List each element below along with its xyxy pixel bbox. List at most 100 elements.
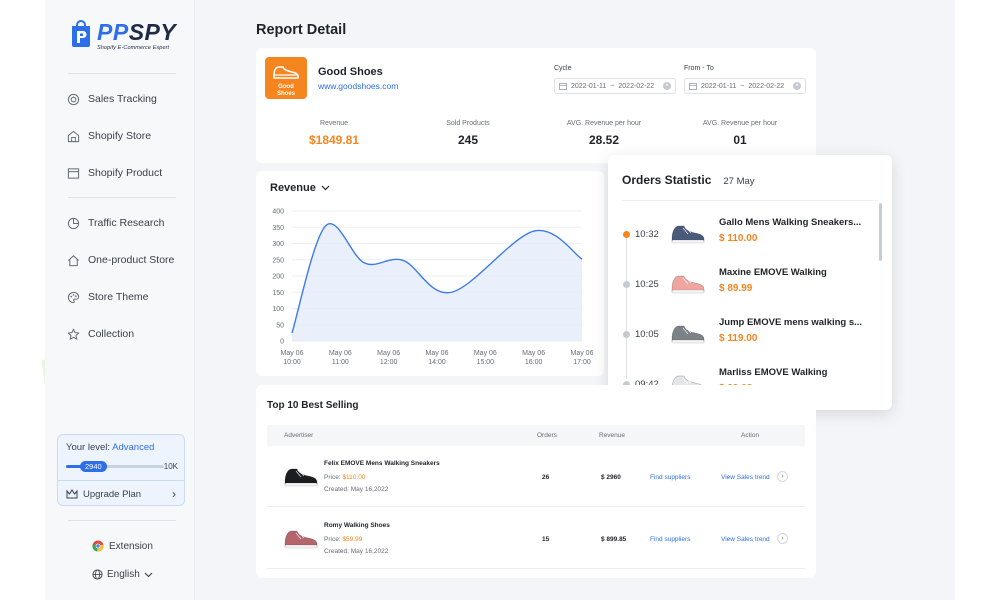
x-tick-label: May 06	[377, 350, 400, 357]
x-tick-label: 10:00	[283, 359, 301, 366]
sidebar-item-collection[interactable]: Collection	[67, 326, 134, 342]
product-image	[668, 215, 708, 249]
order-price: $ 119.00	[719, 333, 758, 344]
level-prefix: Your level:	[66, 442, 111, 453]
x-tick-label: 12:00	[380, 359, 398, 366]
upgrade-plan-label: Upgrade Plan	[83, 488, 142, 500]
cycle-start-date: 2022-01-11	[571, 82, 607, 90]
table-row: Felix EMOVE Mens Walking Sneakers Price: …	[267, 446, 805, 507]
brand-name-dark: SPY	[128, 19, 177, 45]
sidebar-item-label: Collection	[88, 328, 135, 340]
sidebar-divider	[68, 520, 176, 521]
product-name[interactable]: Felix EMOVE Mens Walking Sneakers	[324, 460, 440, 467]
product-created: Created: May 16,2022	[324, 548, 388, 555]
from-date: 2022-01-11	[701, 82, 737, 90]
y-tick-label: 300	[272, 241, 284, 248]
upgrade-plan-button[interactable]: Upgrade Plan ›	[66, 486, 178, 502]
price-value: $110.00	[342, 474, 366, 481]
y-tick-label: 100	[272, 306, 284, 313]
x-tick-label: 15:00	[477, 359, 495, 366]
order-item[interactable]: 10:32 Gallo Mens Walking Sneakers... $ 110…	[608, 217, 892, 261]
view-sales-trend-link[interactable]: View Sales trend	[721, 536, 770, 543]
star-icon	[67, 328, 80, 340]
product-price: Price: $110.00	[324, 474, 365, 481]
x-tick-label: May 06	[426, 350, 449, 357]
order-time: 10:32	[635, 229, 659, 240]
product-image	[281, 520, 319, 554]
sidebar-item-label: Shopify Product	[88, 167, 163, 179]
revenue-area	[292, 223, 582, 341]
clear-icon[interactable]: ×	[793, 82, 801, 90]
revenue-line-chart: 400 350 300 250 200 150 100 50 0 May 06 10:00 May 0…	[272, 209, 593, 367]
metric-value: $1849.81	[308, 133, 360, 147]
metric-value: 245	[457, 133, 479, 147]
clear-icon[interactable]: ×	[663, 82, 671, 90]
language-selector[interactable]: English	[92, 569, 153, 580]
timeline-dot	[623, 331, 630, 338]
main-content: Report Detail Good Shoes Good Shoes www.g…	[196, 0, 955, 600]
sidebar-item-store-theme[interactable]: Store Theme	[67, 289, 149, 305]
level-divider	[58, 480, 184, 481]
sidebar-item-one-product-store[interactable]: One-product Store	[67, 252, 174, 268]
x-tick-label: 17:00	[573, 359, 591, 366]
pie-chart-icon	[67, 217, 80, 229]
metric-value: 28.52	[588, 133, 620, 147]
table-row: Romy Walking Shoes Price: $59.99 Created: …	[267, 508, 805, 569]
timeline-dot	[623, 231, 630, 238]
shoe-image	[284, 530, 318, 549]
sidebar-item-traffic-research[interactable]: Traffic Research	[67, 215, 164, 231]
from-to-date-range[interactable]: 2022-01-11 ~ 2022-02-22 ×	[684, 78, 806, 94]
x-tick-label: May 06	[329, 350, 352, 357]
brand-logo[interactable]: PPSPY Shopify E-Commerce Expert	[69, 20, 176, 51]
brand-name: PPSPY	[97, 20, 176, 44]
price-prefix: Price:	[324, 536, 341, 543]
created-prefix: Created:	[324, 486, 349, 493]
find-suppliers-link[interactable]: Find suppliers	[650, 536, 690, 543]
orders-cell: 15	[542, 536, 550, 543]
chrome-icon	[92, 540, 104, 552]
order-item[interactable]: 10:05 Jump EMOVE mens walking s... $ 119.0…	[608, 317, 892, 361]
order-price: $ 89.99	[719, 283, 753, 294]
sidebar-divider	[68, 197, 176, 198]
orders-cell: 26	[542, 474, 550, 481]
metric-label: Revenue	[319, 120, 349, 127]
order-product-name: Maxine EMOVE Walking	[719, 267, 827, 278]
top-best-selling-card: Top 10 Best Selling Advertiser Orders Re…	[256, 385, 816, 578]
cycle-end-date: 2022-02-22	[618, 82, 655, 90]
orders-header: Orders Statistic 27 May	[622, 173, 755, 187]
store-url-link[interactable]: www.goodshoes.com	[318, 81, 398, 91]
sidebar-divider	[68, 73, 176, 74]
sidebar-item-label: Shopify Store	[88, 130, 152, 142]
sidebar-item-shopify-store[interactable]: Shopify Store	[67, 128, 151, 144]
revenue-dropdown[interactable]: Revenue	[270, 182, 330, 194]
shoe-icon	[273, 66, 299, 79]
created-prefix: Created:	[324, 548, 349, 555]
calendar-icon	[689, 83, 697, 90]
cycle-date-range[interactable]: 2022-01-11 ~ 2022-02-22 ×	[554, 78, 676, 94]
chevron-right-icon[interactable]: ›	[777, 471, 788, 482]
revenue-chart-card: Revenue 400 350 300 250 200 150 100 50 0 May 06 10…	[256, 171, 604, 376]
chevron-right-icon[interactable]: ›	[777, 533, 788, 544]
x-tick-label: 11:00	[332, 359, 349, 366]
price-value: $59.99	[342, 536, 363, 543]
sidebar-item-shopify-product[interactable]: Shopify Product	[67, 165, 162, 181]
user-level-card: Your level: Advanced 2940 10K Upgrade Pl…	[57, 434, 185, 506]
x-tick-label: 16:00	[525, 359, 543, 366]
crown-icon	[66, 489, 78, 499]
top-best-selling-title: Top 10 Best Selling	[267, 400, 359, 411]
extension-link[interactable]: Extension	[92, 540, 153, 552]
view-sales-trend-link[interactable]: View Sales trend	[721, 474, 770, 481]
logo-icon	[72, 20, 90, 47]
product-name[interactable]: Romy Walking Shoes	[324, 522, 390, 529]
sidebar: PPSPY Shopify E-Commerce Expert Sales Tr…	[45, 0, 195, 600]
store-summary-card: Good Shoes Good Shoes www.goodshoes.com C…	[256, 48, 816, 163]
x-tick-label: 14:00	[428, 359, 446, 366]
page-title: Report Detail	[256, 22, 347, 38]
find-suppliers-link[interactable]: Find suppliers	[650, 474, 690, 481]
order-item[interactable]: 10:25 Maxine EMOVE Walking $ 89.99	[608, 267, 892, 311]
metric-value: 01	[733, 133, 747, 147]
x-tick-label: May 06	[522, 350, 545, 357]
sidebar-item-sales-tracking[interactable]: Sales Tracking	[67, 91, 157, 107]
sidebar-item-label: Sales Tracking	[88, 93, 157, 105]
orders-date: 27 May	[723, 176, 755, 187]
